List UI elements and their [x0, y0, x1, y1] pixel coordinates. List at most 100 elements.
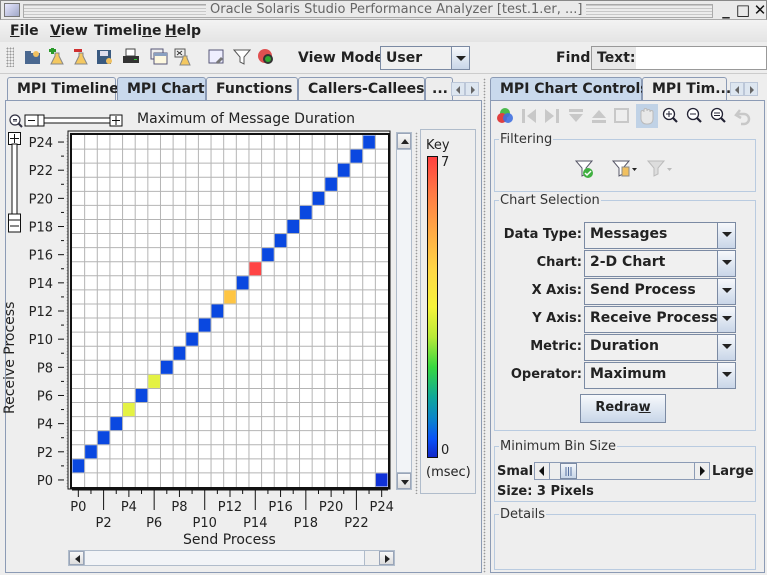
y-tick-label: P8	[37, 361, 53, 376]
color-chooser-icon[interactable]	[497, 108, 513, 123]
chevron-down-icon[interactable]	[717, 307, 735, 332]
chart-vertical-scrollbar[interactable]	[396, 132, 412, 490]
app-icon[interactable]	[4, 3, 20, 17]
chevron-down-icon[interactable]	[717, 335, 735, 360]
key-max-label: 7	[441, 155, 450, 170]
metric-label: Metric:	[530, 339, 582, 354]
data-type-select[interactable]: Messages	[584, 222, 736, 249]
heatmap-chart[interactable]: P0P2P4P6P8P10P12P14P16P18P20P22P24P0 P4 P8…	[0, 74, 486, 575]
heatmap-cell[interactable]	[337, 163, 350, 177]
show-function-icon[interactable]	[257, 48, 275, 66]
zoom-in-icon[interactable]	[662, 107, 678, 123]
heatmap-cell[interactable]	[85, 445, 97, 459]
close-button[interactable]: ✕	[751, 1, 767, 19]
heatmap-cell[interactable]	[350, 149, 363, 163]
heatmap-cell[interactable]	[186, 332, 198, 346]
menu-view[interactable]: View	[50, 23, 88, 39]
view-mode-select[interactable]: User	[380, 46, 470, 70]
menu-help[interactable]: Help	[165, 23, 201, 39]
x-axis-value: Send Process	[590, 282, 696, 298]
minimize-button[interactable]: _	[717, 1, 735, 19]
scroll-up-button[interactable]	[397, 133, 411, 149]
heatmap-cell[interactable]	[135, 388, 148, 403]
menu-file[interactable]: File	[10, 23, 39, 39]
settings-icon[interactable]	[208, 48, 226, 66]
redraw-button[interactable]: Redraw	[580, 394, 666, 423]
pan-icon[interactable]	[640, 108, 654, 125]
bin-size-value: Size: 3 Pixels	[497, 484, 594, 499]
scroll-thumb[interactable]	[397, 149, 411, 473]
slider-thumb[interactable]	[560, 463, 577, 479]
heatmap-cell[interactable]	[97, 431, 110, 445]
chevron-down-icon[interactable]	[717, 363, 735, 388]
heatmap-cell[interactable]	[375, 473, 388, 487]
menu-timeline[interactable]: Timeline	[94, 23, 162, 39]
right-tab-scroll-left-button[interactable]	[730, 82, 744, 96]
title-bar: Oracle Solaris Studio Performance Analyz…	[0, 0, 767, 20]
heatmap-cell[interactable]	[173, 346, 186, 360]
maximize-button[interactable]: □	[734, 1, 752, 19]
step-back-icon	[522, 109, 536, 123]
slider-increase-button[interactable]	[694, 463, 709, 479]
chevron-down-icon[interactable]	[717, 251, 735, 276]
heatmap-cell[interactable]	[123, 403, 135, 417]
apply-filter-icon[interactable]	[574, 160, 594, 178]
scroll-left-button[interactable]	[69, 551, 84, 565]
save-icon[interactable]	[96, 48, 114, 66]
zoom-reset-icon[interactable]	[710, 107, 726, 123]
scroll-down-button[interactable]	[397, 473, 411, 489]
metric-select[interactable]: Duration	[584, 334, 736, 361]
scroll-thumb[interactable]	[84, 551, 365, 565]
heatmap-cell[interactable]	[363, 135, 375, 149]
heatmap-cell[interactable]	[236, 276, 249, 290]
operator-select[interactable]: Maximum	[584, 362, 736, 389]
heatmap-cell[interactable]	[198, 318, 211, 332]
chevron-down-icon[interactable]	[717, 223, 735, 248]
chart-select[interactable]: 2-D Chart	[584, 250, 736, 277]
heatmap-cell[interactable]	[148, 374, 160, 388]
chevron-down-icon[interactable]	[717, 279, 735, 304]
open-experiment-icon[interactable]	[24, 48, 42, 66]
right-panel: MPI Chart Controls MPI Tim... Filtering …	[488, 74, 767, 575]
add-experiment-icon[interactable]	[48, 48, 66, 66]
chevron-down-icon[interactable]	[451, 47, 469, 69]
filter-history-icon[interactable]	[611, 160, 637, 177]
heatmap-cell[interactable]	[325, 177, 337, 191]
splitter-handle[interactable]	[415, 132, 418, 494]
slider-decrease-button[interactable]	[535, 463, 550, 479]
heatmap-cell[interactable]	[160, 360, 173, 374]
heatmap-cell[interactable]	[72, 459, 85, 473]
close-experiment-icon[interactable]	[174, 48, 192, 66]
y-tick-label: P20	[29, 192, 53, 207]
heatmap-cell[interactable]	[312, 191, 325, 205]
chart-horizontal-scrollbar[interactable]	[68, 550, 395, 566]
heatmap-cell[interactable]	[249, 262, 262, 276]
drop-experiment-icon[interactable]	[72, 48, 90, 66]
scroll-right-button[interactable]	[379, 551, 394, 565]
heatmap-cell[interactable]	[262, 248, 274, 262]
view-mode-label: View Mode	[298, 50, 384, 66]
bin-size-slider[interactable]	[534, 462, 710, 480]
arrow-right-icon	[700, 466, 705, 476]
toolbar-grip[interactable]	[6, 47, 14, 67]
new-window-icon[interactable]	[150, 48, 168, 66]
arrow-left-icon	[539, 466, 544, 476]
filter-icon[interactable]	[233, 48, 251, 66]
tab-mpi-timeline-controls[interactable]: MPI Tim...	[642, 77, 731, 101]
operator-value: Maximum	[590, 366, 667, 382]
x-axis-select[interactable]: Send Process	[584, 278, 736, 305]
heatmap-cell[interactable]	[287, 219, 300, 234]
heatmap-cell[interactable]	[110, 417, 123, 431]
heatmap-cell[interactable]	[211, 304, 224, 318]
y-axis-select[interactable]: Receive Process	[584, 306, 736, 333]
main-splitter[interactable]	[483, 78, 486, 573]
tab-mpi-chart-controls[interactable]: MPI Chart Controls	[490, 77, 649, 101]
heatmap-cell[interactable]	[274, 234, 287, 248]
find-text-field[interactable]: Text:	[591, 46, 767, 70]
right-tab-scroll-right-button[interactable]	[744, 82, 758, 96]
zoom-out-icon[interactable]	[686, 107, 702, 123]
heatmap-cell[interactable]	[300, 205, 312, 219]
x-tick-label: P2	[96, 516, 112, 531]
heatmap-cell[interactable]	[224, 290, 236, 304]
print-icon[interactable]	[122, 48, 140, 66]
